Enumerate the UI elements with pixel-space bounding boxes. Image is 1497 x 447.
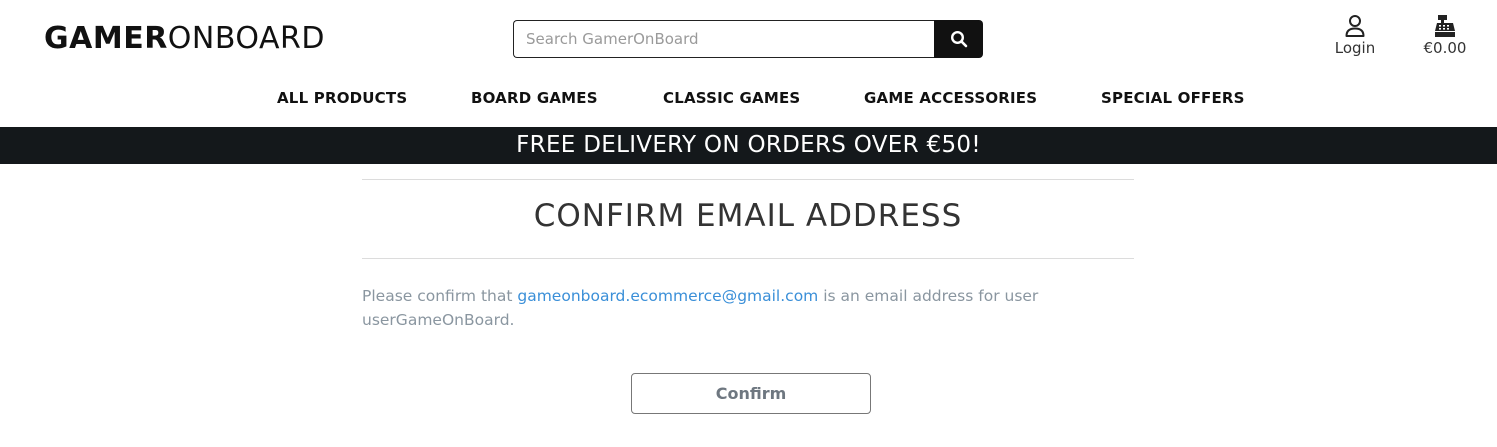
site-header: GAMERONBOARD Login <box>0 0 1497 80</box>
logo-light-text: ONBOARD <box>167 21 325 56</box>
logo-bold-text: GAMER <box>44 21 168 56</box>
user-icon <box>1345 15 1365 37</box>
nav-special-offers[interactable]: SPECIAL OFFERS <box>1101 89 1245 107</box>
delivery-banner: FREE DELIVERY ON ORDERS OVER €50! <box>0 127 1497 164</box>
account-icon-wrap <box>1322 14 1388 38</box>
confirm-label: Confirm <box>715 384 787 403</box>
nav-board-games[interactable]: BOARD GAMES <box>471 89 598 107</box>
search-form <box>513 20 983 58</box>
search-input[interactable] <box>513 20 934 58</box>
divider-bottom <box>362 258 1134 259</box>
bag-icon-wrap <box>1410 14 1480 38</box>
nav-game-accessories[interactable]: GAME ACCESSORIES <box>864 89 1037 107</box>
cash-register-icon <box>1435 15 1455 37</box>
login-label: Login <box>1334 39 1376 57</box>
confirm-message: Please confirm that gameonboard.ecommerc… <box>362 284 1082 332</box>
confirm-email-section: CONFIRM EMAIL ADDRESS Please confirm tha… <box>362 164 1134 414</box>
search-button[interactable] <box>934 20 983 58</box>
nav-all-products[interactable]: ALL PRODUCTS <box>277 89 407 107</box>
confirm-form: Confirm <box>362 373 1134 414</box>
bag-total: €0.00 <box>1423 39 1467 57</box>
search-icon <box>950 30 967 48</box>
confirm-button[interactable]: Confirm <box>631 373 871 414</box>
message-prefix: Please confirm that <box>362 287 518 305</box>
nav-classic-games[interactable]: CLASSIC GAMES <box>663 89 800 107</box>
main-navigation: ALL PRODUCTS BOARD GAMES CLASSIC GAMES G… <box>0 80 1497 127</box>
site-logo[interactable]: GAMERONBOARD <box>44 20 325 58</box>
login-link[interactable]: Login <box>1322 14 1388 57</box>
page-title: CONFIRM EMAIL ADDRESS <box>533 198 963 234</box>
shopping-bag-link[interactable]: €0.00 <box>1410 14 1480 57</box>
email-link[interactable]: gameonboard.ecommerce@gmail.com <box>517 287 818 305</box>
